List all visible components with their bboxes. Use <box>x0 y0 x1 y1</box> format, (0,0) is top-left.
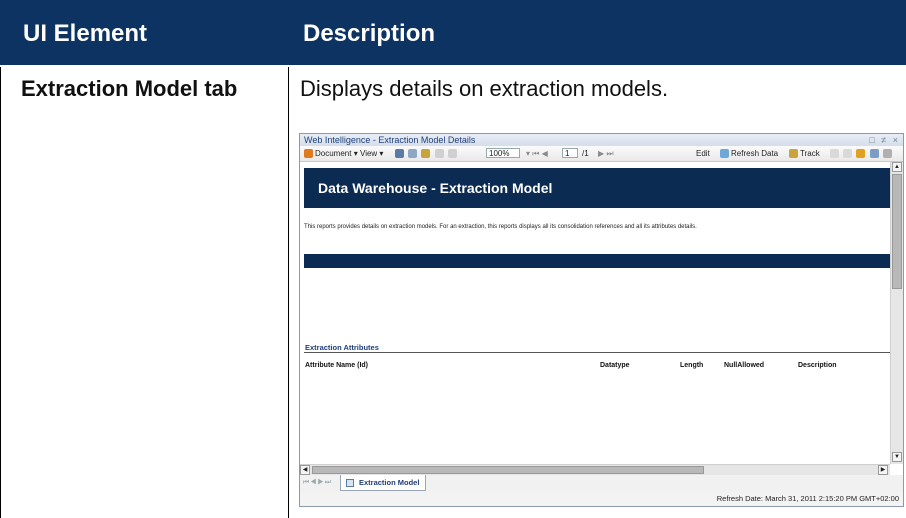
horizontal-scroll-thumb[interactable] <box>312 466 704 474</box>
status-bar: Refresh Date: March 31, 2011 2:15:20 PM … <box>300 492 903 506</box>
report-banner: Data Warehouse - Extraction Model <box>304 168 890 208</box>
column-divider <box>288 67 289 518</box>
report-page-icon <box>346 479 354 487</box>
scroll-left-icon[interactable]: ◀ <box>300 465 310 475</box>
header-ui-element: UI Element <box>23 20 148 47</box>
ui-element-description: Displays details on extraction models. <box>300 76 669 101</box>
toolbar-icons-group[interactable] <box>395 148 459 159</box>
column-header-attribute: Attribute Name (Id) <box>305 362 368 369</box>
vertical-scroll-thumb[interactable] <box>892 174 902 289</box>
toolbar-right-icons[interactable] <box>830 148 894 159</box>
window-controls[interactable]: □ ≠ × <box>869 134 900 146</box>
report-intro: This reports provides details on extract… <box>304 224 697 230</box>
refresh-date: Refresh Date: March 31, 2011 2:15:20 PM … <box>716 494 899 503</box>
scroll-down-icon[interactable]: ▼ <box>892 452 902 462</box>
report-tab-bar: ⏮◀▶⏭ Extraction Model <box>300 475 903 493</box>
header-description: Description <box>303 20 436 47</box>
scroll-up-icon[interactable]: ▲ <box>892 162 902 172</box>
tab-extraction-model[interactable]: Extraction Model <box>340 475 426 491</box>
search-icon[interactable] <box>882 149 892 159</box>
track-button[interactable]: Track <box>789 148 820 159</box>
column-header-length: Length <box>680 362 704 369</box>
layout-icon[interactable] <box>869 149 879 159</box>
section-title: Extraction Attributes <box>305 343 379 352</box>
window-titlebar: Web Intelligence - Extraction Model Deta… <box>300 134 903 146</box>
ui-element-name: Extraction Model tab <box>21 76 238 101</box>
column-header-description: Description <box>798 362 837 369</box>
column-header-nullallowed: NullAllowed <box>724 362 765 369</box>
refresh-data-button[interactable]: Refresh Data <box>720 148 778 159</box>
edit-button[interactable]: Edit <box>696 148 710 159</box>
report-window: Web Intelligence - Extraction Model Deta… <box>299 133 904 507</box>
zoom-select[interactable]: 100% <box>486 148 520 158</box>
horizontal-scrollbar[interactable]: ◀ ▶ <box>300 464 890 475</box>
page-nav-forward[interactable]: ▶ ⏭ <box>598 148 614 159</box>
page-total: /1 <box>582 149 589 158</box>
column-header-datatype: Datatype <box>600 362 630 369</box>
document-menu[interactable]: Document ▾ <box>304 148 358 159</box>
view-menu[interactable]: View ▾ <box>360 148 383 159</box>
table-left-border <box>0 67 1 518</box>
report-divider-bar <box>304 254 890 268</box>
page-number-input[interactable]: 1 <box>562 148 578 158</box>
drill-icon[interactable] <box>830 149 839 159</box>
vertical-scrollbar[interactable]: ▲ ▼ <box>890 162 903 464</box>
table-header: UI Element Description <box>0 0 906 67</box>
print-icon[interactable] <box>408 149 418 159</box>
refresh-icon <box>720 149 729 159</box>
report-content: Data Warehouse - Extraction Model This r… <box>300 162 890 464</box>
scroll-right-icon[interactable]: ▶ <box>878 465 888 475</box>
page-nav-back[interactable]: ▾ ⏮ ◀ <box>526 148 548 159</box>
undo-icon[interactable] <box>434 149 444 159</box>
find-icon[interactable] <box>421 149 431 159</box>
section-rule <box>304 352 890 353</box>
outline-icon[interactable] <box>856 149 866 159</box>
track-icon <box>789 149 798 159</box>
document-icon <box>304 149 313 159</box>
redo-icon[interactable] <box>447 149 457 159</box>
save-icon[interactable] <box>395 149 404 159</box>
tab-navigation-arrows[interactable]: ⏮◀▶⏭ <box>303 479 332 487</box>
report-title: Data Warehouse - Extraction Model <box>318 180 553 196</box>
report-toolbar: Document ▾ View ▾ 100% ▾ ⏮ ◀ 1 /1 ▶ ⏭ Ed… <box>300 146 903 162</box>
filter-icon[interactable] <box>843 149 853 159</box>
window-title: Web Intelligence - Extraction Model Deta… <box>304 135 476 145</box>
